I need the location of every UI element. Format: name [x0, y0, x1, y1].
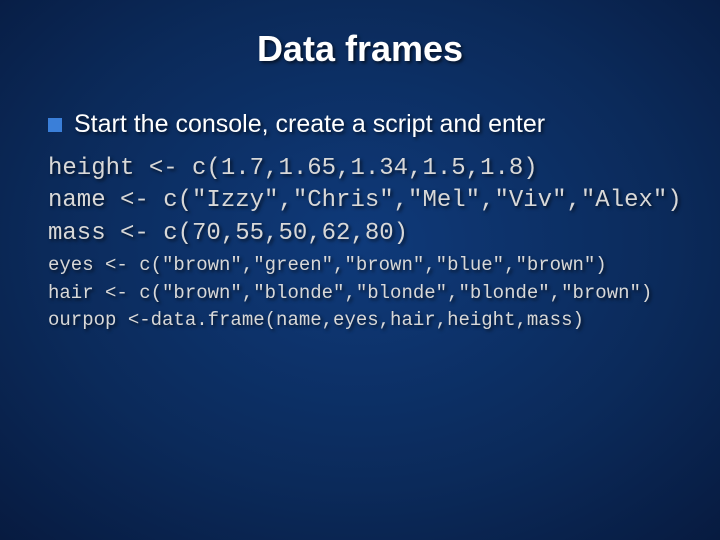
code-block: height <- c(1.7,1.65,1.34,1.5,1.8) name … — [48, 153, 678, 335]
code-line: ourpop <-data.frame(name,eyes,hair,heigh… — [48, 307, 678, 335]
slide: Data frames Start the console, create a … — [0, 0, 720, 540]
code-line: eyes <- c("brown","green","brown","blue"… — [48, 252, 678, 280]
slide-title: Data frames — [42, 28, 678, 70]
bullet-text: Start the console, create a script and e… — [74, 110, 545, 139]
code-line: hair <- c("brown","blonde","blonde","blo… — [48, 280, 678, 308]
code-line: height <- c(1.7,1.65,1.34,1.5,1.8) — [48, 153, 678, 185]
code-line: mass <- c(70,55,50,62,80) — [48, 218, 678, 250]
code-line: name <- c("Izzy","Chris","Mel","Viv","Al… — [48, 185, 678, 217]
square-bullet-icon — [48, 118, 62, 132]
bullet-item: Start the console, create a script and e… — [48, 110, 678, 139]
